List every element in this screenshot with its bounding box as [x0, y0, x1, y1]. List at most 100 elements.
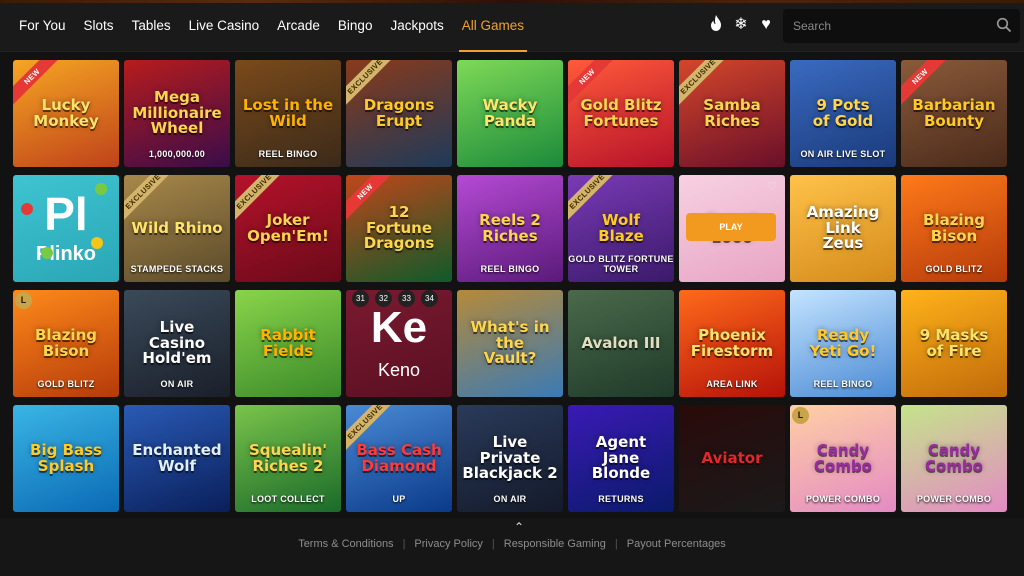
chevron-up-icon[interactable]: ⌃: [512, 520, 526, 534]
game-tile[interactable]: Live Private Blackjack 2 ON AIR: [457, 405, 563, 512]
game-tile[interactable]: Big Bass Splash: [13, 405, 119, 512]
game-subtitle: RETURNS: [598, 494, 644, 504]
decor-ball: [21, 203, 33, 215]
decor-ball: [95, 183, 107, 195]
game-title: Agent Jane Blonde: [591, 432, 651, 483]
game-tile[interactable]: Agent Jane Blonde RETURNS: [568, 405, 674, 512]
game-tile[interactable]: 9 Masks of Fire: [901, 290, 1007, 397]
tile-logo: Ke Keno: [371, 306, 427, 381]
game-tile[interactable]: Blazing Bison GOLD BLITZ L: [13, 290, 119, 397]
game-tile[interactable]: Phoenix Firestorm AREA LINK: [679, 290, 785, 397]
tile-name: Keno: [377, 360, 421, 380]
favorite-heart-icon[interactable]: ♡: [767, 180, 777, 193]
game-tile[interactable]: Avalon III: [568, 290, 674, 397]
game-tile[interactable]: Candy Combo POWER COMBO L: [790, 405, 896, 512]
game-subtitle: STAMPEDE STACKS: [130, 264, 224, 274]
game-tile[interactable]: Joker Open'Em! EXCLUSIVE: [235, 175, 341, 282]
game-tile[interactable]: Candy Combo POWER COMBO: [901, 405, 1007, 512]
game-tile[interactable]: Rabbit Fields: [235, 290, 341, 397]
game-tile[interactable]: Bass Cash Diamond UP EXCLUSIVE: [346, 405, 452, 512]
heart-icon[interactable]: ♥: [758, 14, 774, 36]
game-title: Big Bass Splash: [30, 440, 102, 475]
game-title: Lucky Monkey: [33, 95, 99, 130]
game-tile[interactable]: Aviator: [679, 405, 785, 512]
search-icon[interactable]: [996, 17, 1012, 33]
game-title: 9 Masks of Fire: [919, 325, 989, 360]
game-subtitle: ON AIR LIVE SLOT: [800, 149, 886, 159]
game-subtitle: REEL BINGO: [480, 264, 540, 274]
game-tile[interactable]: Reels 2 Riches REEL BINGO: [457, 175, 563, 282]
game-subtitle: GOLD BLITZ: [925, 264, 983, 274]
game-title: Live Private Blackjack 2: [462, 432, 558, 483]
game-title: Lost in the Wild: [242, 95, 334, 130]
game-tile[interactable]: Pl Plinko: [13, 175, 119, 282]
game-tile[interactable]: Wild Rhino STAMPEDE STACKS EXCLUSIVE: [124, 175, 230, 282]
nav-item-live-casino[interactable]: Live Casino: [180, 0, 269, 52]
game-subtitle: UP: [392, 494, 406, 504]
game-title: Mega Millionaire Wheel: [132, 87, 222, 138]
quick-filter-icons: ❄ ♥: [708, 14, 774, 36]
game-tile[interactable]: Gold Blitz Fortunes NEW: [568, 60, 674, 167]
game-subtitle: REEL BINGO: [258, 149, 318, 159]
keno-number: 34: [421, 290, 438, 307]
keno-number: 32: [375, 290, 392, 307]
game-tile[interactable]: Amazing Link Zeus: [790, 175, 896, 282]
game-subtitle: AREA LINK: [706, 379, 758, 389]
game-title: Blazing Bison: [35, 325, 97, 360]
game-tile[interactable]: Ke Keno 31 32 33 34: [346, 290, 452, 397]
game-tile[interactable]: Squealin' Riches 2 LOOT COLLECT: [235, 405, 341, 512]
game-subtitle: ON AIR: [160, 379, 194, 389]
separator: |: [614, 538, 618, 550]
nav-item-for-you[interactable]: For You: [10, 0, 75, 52]
footer-link-payout[interactable]: Payout Percentages: [627, 538, 726, 550]
game-title: Bass Cash Diamond: [356, 440, 442, 475]
decor-ball: [91, 237, 103, 249]
fire-icon[interactable]: [708, 14, 724, 36]
nav-item-all-games[interactable]: All Games: [453, 0, 533, 52]
game-title: What's in the Vault?: [470, 317, 550, 368]
nav-item-arcade[interactable]: Arcade: [268, 0, 329, 52]
game-tile[interactable]: What's in the Vault?: [457, 290, 563, 397]
nav-item-slots[interactable]: Slots: [75, 0, 123, 52]
nav-item-jackpots[interactable]: Jackpots: [381, 0, 452, 52]
decor-ball: [41, 247, 53, 259]
game-tile[interactable]: Mega Millionaire Wheel 1,000,000.00: [124, 60, 230, 167]
game-title: Reels 2 Riches: [479, 210, 541, 245]
footer-link-responsible-gaming[interactable]: Responsible Gaming: [504, 538, 606, 550]
game-tile[interactable]: Samba Riches EXCLUSIVE: [679, 60, 785, 167]
game-tile[interactable]: Ready Yeti Go! REEL BINGO: [790, 290, 896, 397]
game-tile[interactable]: Live Casino Hold'em ON AIR: [124, 290, 230, 397]
game-title: Barbarian Bounty: [912, 95, 996, 130]
game-subtitle: POWER COMBO: [916, 494, 992, 504]
game-tile[interactable]: Blazing Bison GOLD BLITZ: [901, 175, 1007, 282]
game-tile[interactable]: Dragons Erupt EXCLUSIVE: [346, 60, 452, 167]
game-title: Avalon III: [581, 333, 661, 352]
game-grid: Lucky Monkey NEW Mega Millionaire Wheel 1,0…: [13, 60, 1013, 512]
game-title: Wolf Blaze: [598, 210, 644, 245]
game-title: Squealin' Riches 2: [248, 440, 328, 475]
game-tile[interactable]: Barbarian Bounty NEW: [901, 60, 1007, 167]
game-tile[interactable]: Wacky Panda: [457, 60, 563, 167]
game-tile[interactable]: 12 Fortune Dragons NEW: [346, 175, 452, 282]
nav-item-tables[interactable]: Tables: [123, 0, 180, 52]
game-title: Candy Combo: [814, 440, 872, 475]
tile-abbrev: Pl: [44, 188, 88, 240]
game-tile[interactable]: Sweet 1000PLAY♡: [679, 175, 785, 282]
game-tile[interactable]: Wolf Blaze GOLD BLITZ FORTUNE TOWER EXCLUS…: [568, 175, 674, 282]
game-title: Phoenix Firestorm: [690, 325, 774, 360]
search-input[interactable]: [783, 9, 993, 43]
game-subtitle: GOLD BLITZ: [37, 379, 95, 389]
game-tile[interactable]: Lucky Monkey NEW: [13, 60, 119, 167]
separator: |: [491, 538, 495, 550]
game-title: Aviator: [701, 448, 763, 467]
nav-item-bingo[interactable]: Bingo: [329, 0, 382, 52]
game-subtitle: POWER COMBO: [805, 494, 881, 504]
game-tile[interactable]: Lost in the Wild REEL BINGO: [235, 60, 341, 167]
play-button[interactable]: PLAY: [686, 213, 776, 241]
snowflake-icon[interactable]: ❄: [733, 14, 749, 36]
footer-link-privacy[interactable]: Privacy Policy: [414, 538, 482, 550]
footer-link-terms[interactable]: Terms & Conditions: [298, 538, 393, 550]
legendary-emblem-icon: L: [15, 292, 32, 309]
game-tile[interactable]: Enchanted Wolf: [124, 405, 230, 512]
game-tile[interactable]: 9 Pots of Gold ON AIR LIVE SLOT: [790, 60, 896, 167]
